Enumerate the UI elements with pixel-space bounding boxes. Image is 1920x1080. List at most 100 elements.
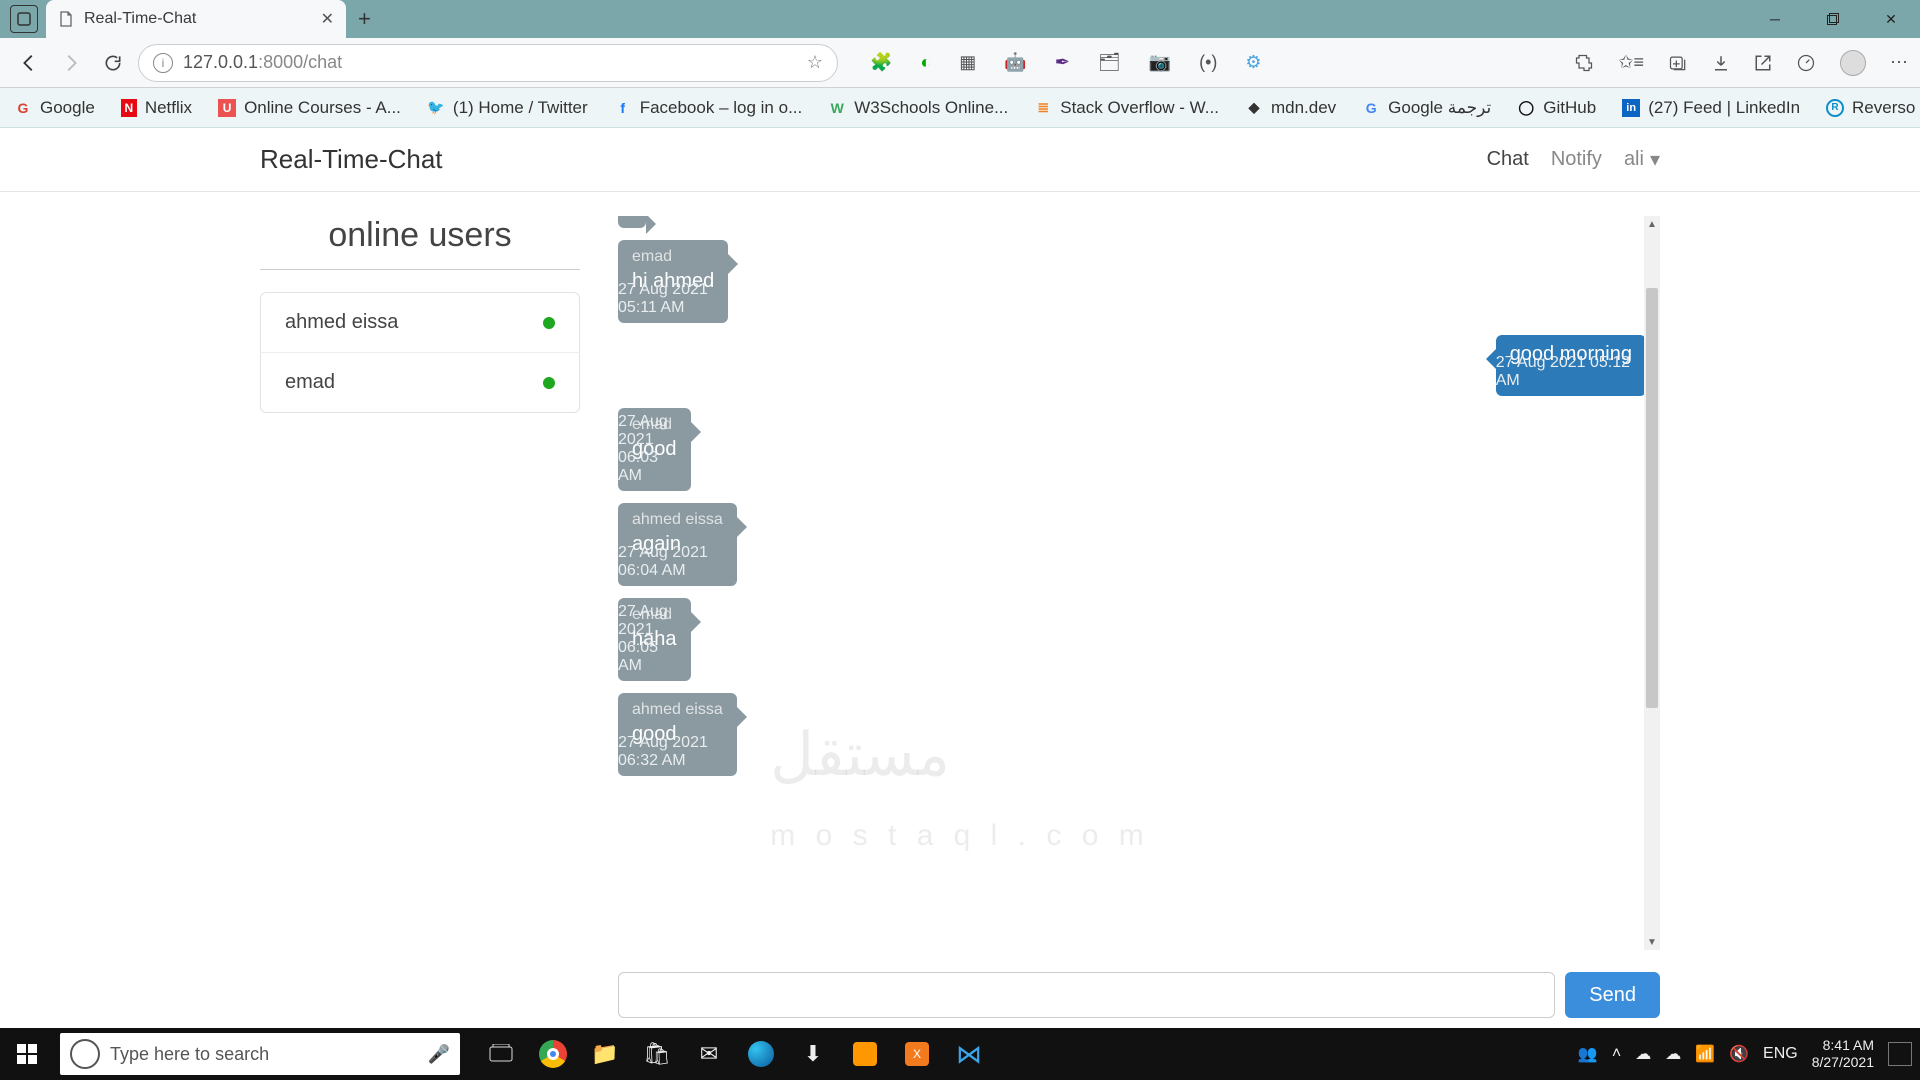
bookmark-udemy[interactable]: UOnline Courses - A... — [218, 98, 401, 118]
bookmark-label: W3Schools Online... — [854, 98, 1008, 118]
taskbar-app-sublime[interactable] — [844, 1033, 886, 1075]
facebook-icon: f — [614, 99, 632, 117]
bookmark-linkedin[interactable]: in (27) Feed | LinkedIn — [1622, 98, 1800, 118]
tray-people-icon[interactable]: 👥 — [1578, 1044, 1598, 1064]
browser-tab[interactable]: Real-Time-Chat ✕ — [46, 0, 346, 38]
menu-icon[interactable]: ⋯ — [1890, 52, 1908, 73]
taskbar-app-explorer[interactable]: 📁 — [584, 1033, 626, 1075]
scroll-down-icon[interactable]: ▼ — [1644, 934, 1660, 950]
linkedin-icon: in — [1622, 99, 1640, 117]
tray-clock[interactable]: 8:41 AM 8/27/2021 — [1812, 1037, 1874, 1071]
message-time: 27 Aug 2021 06:04 AM — [618, 544, 723, 580]
message-input[interactable] — [618, 972, 1555, 1018]
send-button[interactable]: Send — [1565, 972, 1660, 1018]
extension-icon[interactable]: 🧩 — [870, 52, 892, 73]
scrollbar[interactable]: ▲ ▼ — [1644, 216, 1660, 950]
extension-icon[interactable]: ▦ — [959, 52, 976, 73]
window-maximize-button[interactable] — [1804, 0, 1862, 38]
forward-button[interactable] — [54, 46, 88, 80]
nav-user-name: ali — [1624, 148, 1644, 171]
favorites-icon[interactable]: ✩≡ — [1618, 52, 1644, 73]
nav-chat[interactable]: Chat — [1487, 148, 1529, 171]
taskbar-app-vscode[interactable]: ⋈ — [948, 1033, 990, 1075]
message-time: 27 Aug 2021 05:11 AM — [618, 281, 714, 317]
bookmark-label: GitHub — [1543, 98, 1596, 118]
extensions-menu-icon[interactable] — [1574, 53, 1594, 73]
tray-chevron-icon[interactable]: ˄ — [1612, 1045, 1621, 1063]
taskbar-search[interactable]: Type here to search 🎤 — [60, 1033, 460, 1075]
address-bar[interactable]: i 127.0.0.1:8000/chat ☆ — [138, 44, 838, 82]
bookmark-google[interactable]: GGoogle — [14, 98, 95, 118]
message-time: 27 Aug 2021 05:11 AM — [618, 216, 632, 222]
performance-icon[interactable] — [1796, 53, 1816, 73]
favorite-icon[interactable]: ☆ — [807, 52, 823, 73]
cortana-icon — [70, 1039, 100, 1069]
tray-notifications-icon[interactable] — [1888, 1042, 1912, 1066]
online-dot-icon — [543, 377, 555, 389]
taskbar-app-mail[interactable]: ✉ — [688, 1033, 730, 1075]
extension-icon[interactable]: (•) — [1199, 52, 1217, 73]
new-tab-button[interactable]: + — [358, 6, 371, 32]
message-composer: Send — [618, 950, 1660, 1028]
collections-icon[interactable] — [1668, 53, 1688, 73]
message-bubble: emad good 27 Aug 2021 06:03 AM — [618, 408, 691, 491]
extension-icon[interactable]: 🗂 — [1098, 52, 1121, 73]
extension-icon[interactable]: ✒ — [1055, 52, 1070, 73]
nav-notify[interactable]: Notify — [1551, 148, 1602, 171]
bookmark-mdn[interactable]: ◆mdn.dev — [1245, 98, 1336, 118]
message-bubble: good morning 27 Aug 2021 05:12 AM — [1496, 335, 1646, 396]
tray-language[interactable]: ENG — [1763, 1045, 1798, 1063]
user-item[interactable]: emad — [261, 352, 579, 412]
tray-wifi-icon[interactable]: 📶 — [1695, 1044, 1715, 1064]
back-button[interactable] — [12, 46, 46, 80]
task-view-icon[interactable] — [480, 1033, 522, 1075]
user-item[interactable]: ahmed eissa — [261, 293, 579, 352]
bookmark-netflix[interactable]: NNetflix — [121, 98, 192, 118]
message-bubble: 27 Aug 2021 05:11 AM — [618, 216, 646, 228]
bookmark-label: (27) Feed | LinkedIn — [1648, 98, 1800, 118]
online-dot-icon — [543, 317, 555, 329]
nav-user-dropdown[interactable]: ali ▾ — [1624, 147, 1660, 172]
downloads-icon[interactable] — [1712, 54, 1730, 72]
window-minimize-button[interactable]: ─ — [1746, 0, 1804, 38]
tab-close-icon[interactable]: ✕ — [321, 9, 334, 29]
taskbar-app-edge[interactable] — [740, 1033, 782, 1075]
bookmark-facebook[interactable]: fFacebook – log in o... — [614, 98, 803, 118]
start-button[interactable] — [0, 1028, 54, 1080]
mic-icon[interactable]: 🎤 — [428, 1044, 450, 1065]
windows-taskbar: Type here to search 🎤 📁 🛍 ✉ ⬇ X ⋈ 👥 ˄ ☁ … — [0, 1028, 1920, 1080]
tray-onedrive-icon[interactable]: ☁ — [1665, 1044, 1681, 1064]
scroll-up-icon[interactable]: ▲ — [1644, 216, 1660, 232]
bookmark-twitter[interactable]: 🐦(1) Home / Twitter — [427, 98, 588, 118]
reverso-icon: R — [1826, 99, 1844, 117]
taskbar-app-chrome[interactable] — [532, 1033, 574, 1075]
taskbar-app-idm[interactable]: ⬇ — [792, 1033, 834, 1075]
message-time: 27 Aug 2021 05:12 AM — [1496, 354, 1632, 390]
taskbar-app-xampp[interactable]: X — [896, 1033, 938, 1075]
bookmark-w3schools[interactable]: WW3Schools Online... — [828, 98, 1008, 118]
bookmark-label: Stack Overflow - W... — [1060, 98, 1219, 118]
extension-icon[interactable]: ⚙ — [1245, 52, 1261, 73]
share-icon[interactable] — [1754, 54, 1772, 72]
bookmark-github[interactable]: ◯GitHub — [1517, 98, 1596, 118]
bookmark-reverso[interactable]: RReverso Context | Tr... — [1826, 98, 1920, 118]
extension-icons: 🧩 ◐ ▦ 🤖 ✒ 🗂 📷 (•) ⚙ — [870, 52, 1262, 73]
refresh-button[interactable] — [96, 46, 130, 80]
tray-onedrive-icon[interactable]: ☁ — [1635, 1044, 1651, 1064]
google-icon: G — [14, 99, 32, 117]
page-icon — [58, 11, 74, 27]
site-info-icon[interactable]: i — [153, 53, 173, 73]
tray-volume-icon[interactable]: 🔇 — [1729, 1044, 1749, 1064]
extension-icon[interactable]: 📷 — [1149, 52, 1171, 73]
scroll-thumb[interactable] — [1646, 288, 1658, 708]
extension-icon[interactable]: ◐ — [920, 52, 931, 73]
message-bubble: emad hi ahmed 27 Aug 2021 05:11 AM — [618, 240, 728, 323]
taskbar-app-store[interactable]: 🛍 — [636, 1033, 678, 1075]
tab-actions-icon[interactable] — [10, 5, 38, 33]
window-close-button[interactable]: ✕ — [1862, 0, 1920, 38]
profile-icon[interactable] — [1840, 50, 1866, 76]
bookmark-stackoverflow[interactable]: ≣Stack Overflow - W... — [1034, 98, 1219, 118]
message-bubble: ahmed eissa again 27 Aug 2021 06:04 AM — [618, 503, 737, 586]
extension-icon[interactable]: 🤖 — [1004, 52, 1026, 73]
bookmark-google-translate[interactable]: GGoogle ترجمة — [1362, 98, 1491, 118]
